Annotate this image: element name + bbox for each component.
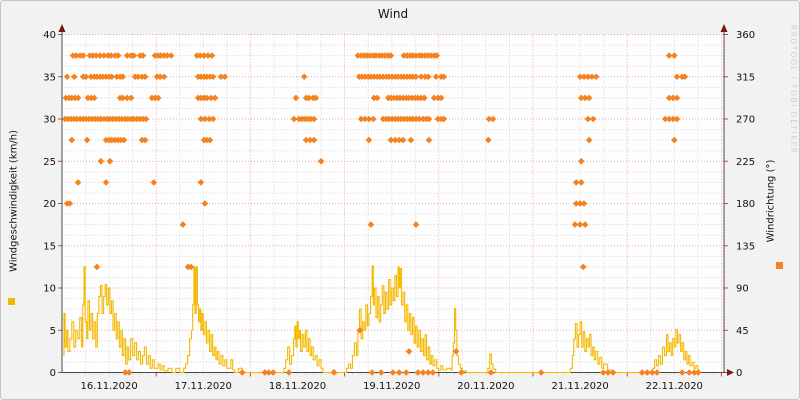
x-date-label: 19.11.2020 <box>363 381 420 392</box>
x-date-label: 18.11.2020 <box>269 381 326 392</box>
y-left-axis-label: Windgeschwindigkeit (km/h) <box>8 130 20 272</box>
y-right-tick-label: 135 <box>736 241 755 252</box>
y-left-tick-label: 35 <box>43 72 56 83</box>
y-right-tick-label: 90 <box>736 284 749 295</box>
x-date-label: 16.11.2020 <box>80 381 137 392</box>
y-right-tick-label: 180 <box>736 199 755 210</box>
y-left-tick-label: 30 <box>43 115 56 126</box>
chart-title: Wind <box>377 7 409 21</box>
y-left-tick-label: 0 <box>50 368 56 379</box>
y-right-tick-label: 225 <box>736 157 755 168</box>
legend-speed-swatch <box>8 298 15 305</box>
y-right-axis-label: Windrichtung (°) <box>765 159 777 243</box>
chart-plot-area: 0 5 10 15 20 25 30 35 40 0 45 90 135 180 225 270 315 360 1… <box>43 24 755 392</box>
y-right-tick-label: 360 <box>736 30 755 41</box>
wind-chart-panel: 0 5 10 15 20 25 30 35 40 0 45 90 135 180 225 270 315 360 1… <box>0 0 800 400</box>
y-left-tick-label: 40 <box>43 30 56 41</box>
y-left-tick-label: 10 <box>43 284 56 295</box>
x-date-label: 21.11.2020 <box>551 381 608 392</box>
y-right-tick-label: 0 <box>736 368 742 379</box>
y-right-tick-label: 315 <box>736 72 755 83</box>
legend-direction-swatch <box>776 262 783 269</box>
y-left-tick-label: 25 <box>43 157 56 168</box>
x-date-label: 17.11.2020 <box>175 381 232 392</box>
y-right-tick-label: 270 <box>736 115 755 126</box>
y-left-tick-label: 5 <box>50 326 56 337</box>
y-right-tick-label: 45 <box>736 326 749 337</box>
y-left-tick-label: 20 <box>43 199 56 210</box>
x-date-label: 20.11.2020 <box>457 381 514 392</box>
y-left-tick-label: 15 <box>43 241 56 252</box>
x-date-label: 22.11.2020 <box>646 381 703 392</box>
rrdtool-watermark: RRDTOOL / TOBI OETIKER <box>789 25 798 155</box>
